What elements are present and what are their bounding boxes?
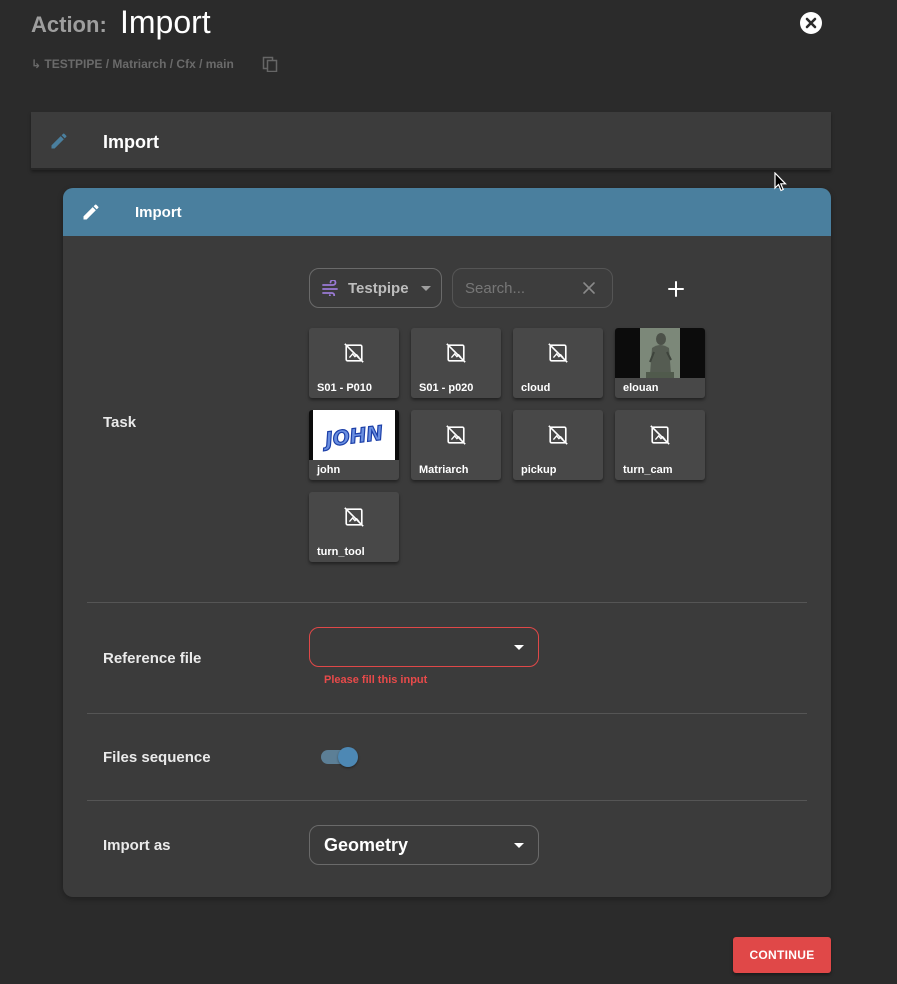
- tile-label: pickup: [521, 464, 557, 476]
- task-tile[interactable]: S01 - P010: [309, 328, 399, 398]
- task-label: Task: [103, 414, 137, 431]
- statue-thumbnail: [640, 328, 680, 378]
- pencil-icon: [83, 204, 99, 220]
- search-box: [452, 268, 613, 308]
- tile-thumb: [411, 328, 501, 378]
- close-icon: [805, 17, 817, 29]
- chevron-down-icon: [514, 645, 524, 650]
- pencil-icon: [51, 133, 67, 149]
- panel-title: Import: [135, 204, 182, 221]
- tile-label: S01 - p020: [419, 382, 474, 394]
- no-image-icon: [446, 343, 466, 363]
- files-sequence-toggle[interactable]: [320, 747, 358, 767]
- task-tile[interactable]: Matriarch: [411, 410, 501, 480]
- john-logo-thumbnail: JOHN: [313, 410, 395, 460]
- import-as-label: Import as: [103, 837, 171, 854]
- import-as-value: Geometry: [324, 835, 409, 855]
- mouse-cursor-icon: [774, 172, 787, 192]
- divider: [87, 800, 807, 801]
- no-image-icon: [446, 425, 466, 445]
- reference-file-label: Reference file: [103, 650, 202, 667]
- add-icon[interactable]: [664, 277, 688, 301]
- wind-icon: [322, 280, 338, 296]
- divider: [87, 713, 807, 714]
- project-selector[interactable]: Testpipe: [309, 268, 442, 308]
- import-as-select[interactable]: Geometry: [309, 825, 539, 865]
- task-tile[interactable]: turn_cam: [615, 410, 705, 480]
- task-tile[interactable]: cloud: [513, 328, 603, 398]
- no-image-icon: [548, 425, 568, 445]
- no-image-icon: [650, 425, 670, 445]
- task-tile[interactable]: pickup: [513, 410, 603, 480]
- chevron-down-icon: [421, 286, 431, 291]
- task-tile[interactable]: turn_tool: [309, 492, 399, 562]
- task-tile[interactable]: S01 - p020: [411, 328, 501, 398]
- toggle-knob: [338, 747, 358, 767]
- tile-label: turn_tool: [317, 546, 365, 558]
- page-title: Import: [120, 4, 211, 40]
- no-image-icon: [344, 343, 364, 363]
- continue-button[interactable]: CONTINUE: [733, 937, 831, 973]
- chevron-down-icon: [514, 843, 524, 848]
- search-input[interactable]: [465, 278, 575, 298]
- task-tile[interactable]: elouan: [615, 328, 705, 398]
- tile-label: elouan: [623, 382, 659, 394]
- tile-label: john: [317, 464, 341, 476]
- tile-label: turn_cam: [623, 464, 673, 476]
- tile-thumb: [513, 410, 603, 460]
- import-panel: Import Task Testpipe S01 - P010 S01 - p0…: [63, 188, 831, 897]
- tile-label: S01 - P010: [317, 382, 373, 394]
- divider: [87, 602, 807, 603]
- project-label: Testpipe: [348, 279, 409, 297]
- tile-thumb: [615, 328, 705, 378]
- tile-label: Matriarch: [419, 464, 469, 476]
- copy-icon[interactable]: [262, 56, 278, 72]
- panel-header: Import: [63, 188, 831, 236]
- tile-label: cloud: [521, 382, 551, 394]
- tile-thumb: [513, 328, 603, 378]
- tile-thumb: [309, 492, 399, 542]
- clear-icon[interactable]: [582, 281, 596, 295]
- reference-file-select[interactable]: [309, 627, 539, 667]
- no-image-icon: [344, 507, 364, 527]
- tile-thumb: [309, 328, 399, 378]
- no-image-icon: [548, 343, 568, 363]
- files-sequence-label: Files sequence: [103, 749, 211, 766]
- action-label: Action:: [31, 12, 107, 37]
- breadcrumb: ↳ TESTPIPE / Matriarch / Cfx / main: [31, 57, 234, 71]
- tile-thumb: [411, 410, 501, 460]
- reference-file-error: Please fill this input: [324, 674, 428, 686]
- tile-thumb: JOHN: [309, 410, 399, 460]
- outer-section-title: Import: [103, 132, 159, 152]
- outer-import-section[interactable]: Import: [31, 112, 831, 170]
- task-tile[interactable]: JOHN john: [309, 410, 399, 480]
- tile-thumb: [615, 410, 705, 460]
- close-button[interactable]: [800, 12, 822, 34]
